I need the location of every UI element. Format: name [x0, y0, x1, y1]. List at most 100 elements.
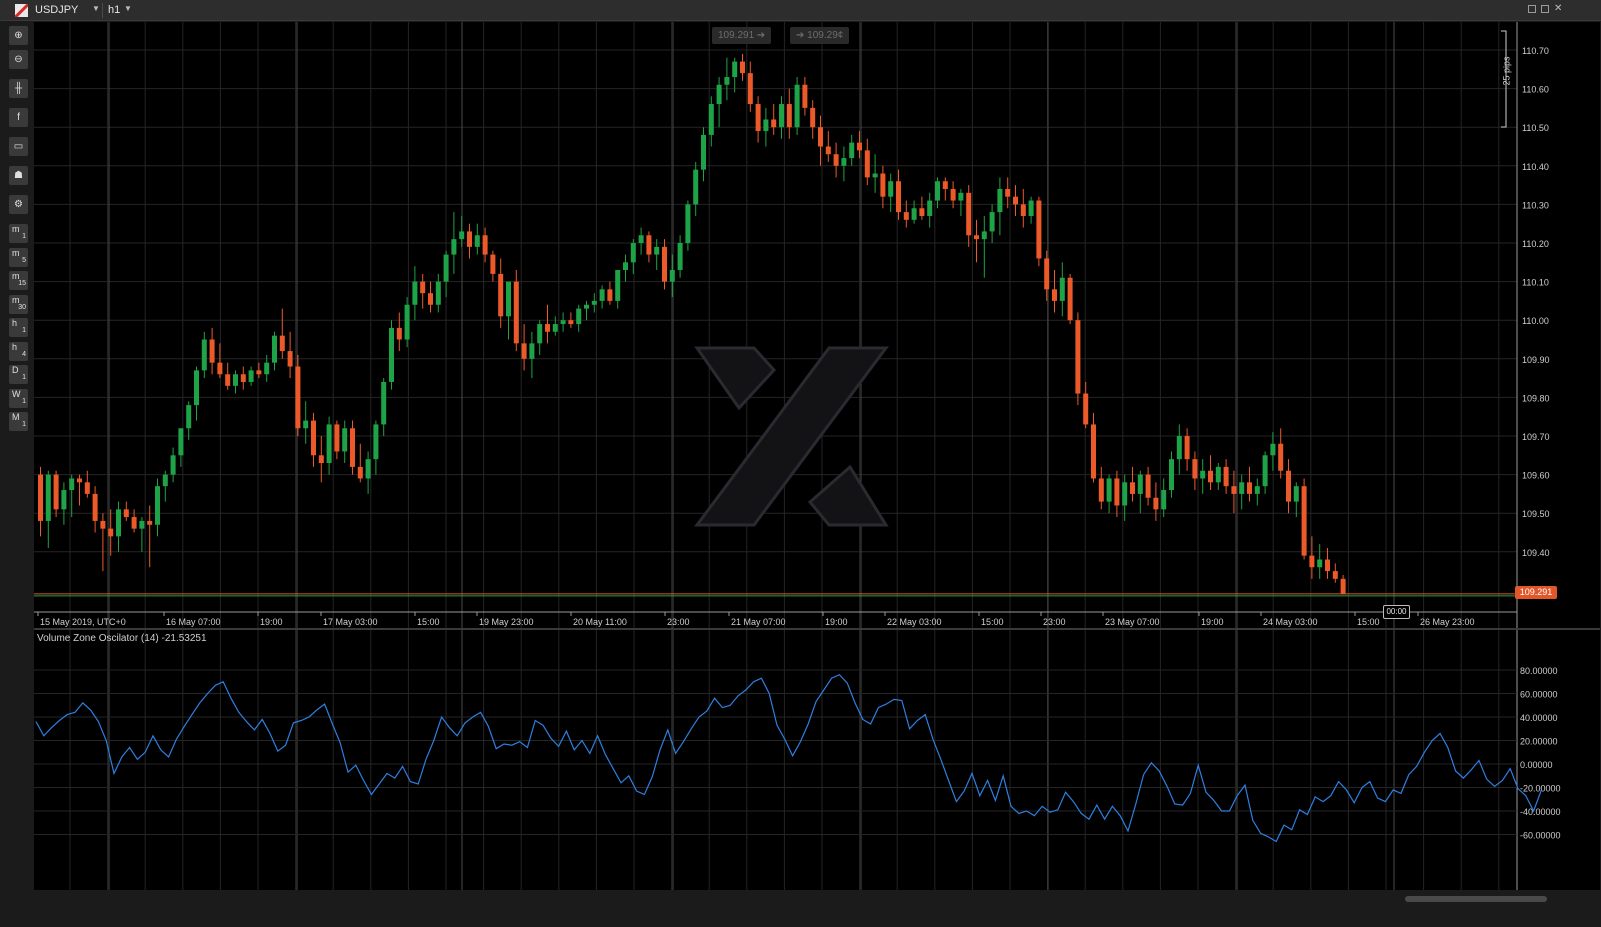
candle-body	[131, 517, 137, 529]
timeframe-button-W1[interactable]: W1	[9, 388, 28, 408]
candle-body	[989, 212, 995, 232]
candle-body	[677, 243, 683, 271]
candle-body	[381, 381, 387, 425]
candle-body	[927, 200, 933, 216]
candle-body	[1161, 490, 1167, 510]
time-axis-label: 15 May 2019, UTC+0	[40, 617, 126, 627]
candle-body	[1286, 470, 1291, 502]
timeframe-button-m1[interactable]: m1	[9, 224, 28, 243]
price-axis-label: 110.40	[1522, 162, 1549, 172]
timeframe-selector[interactable]: h1	[108, 4, 120, 16]
candle-body	[123, 509, 129, 518]
zoom-in-icon[interactable]: ⊕	[9, 26, 28, 45]
horizontal-scrollbar[interactable]	[0, 890, 1601, 909]
buy-price: 109.29¢	[807, 30, 844, 41]
price-axis-label: 109.90	[1522, 355, 1550, 365]
candle-body	[1020, 204, 1026, 216]
candle-body	[139, 520, 145, 529]
candle-body	[365, 459, 371, 479]
candle-body	[1184, 436, 1190, 460]
symbol-selector[interactable]: USDJPY	[35, 4, 78, 16]
candle-body	[1153, 497, 1159, 510]
candle-body	[248, 370, 254, 382]
candle-body	[412, 281, 418, 305]
current-time-label: 00:00	[1383, 605, 1410, 619]
osc-axis-label: -60.00000	[1520, 831, 1561, 841]
sell-price-chip[interactable]: 109.291 ➔	[712, 27, 772, 44]
timeframe-button-D1[interactable]: D1	[9, 365, 28, 384]
candle-body	[69, 478, 75, 491]
candle-body	[225, 374, 231, 386]
candle-body	[474, 235, 480, 247]
candle-body	[147, 520, 153, 525]
time-axis-label: 15:00	[417, 617, 440, 627]
candle-body	[740, 61, 745, 74]
candle-body	[966, 192, 972, 236]
maximize-icon[interactable]	[1541, 5, 1549, 13]
candle-body	[217, 362, 223, 375]
facebook-icon[interactable]: f	[9, 108, 28, 127]
candle-body	[810, 107, 816, 128]
osc-axis-label: 80.00000	[1520, 666, 1558, 676]
timeframe-button-M1[interactable]: M1	[9, 412, 28, 431]
pips-ruler-label: 25 pips	[1501, 56, 1512, 86]
settings-icon[interactable]: ⚙	[9, 195, 28, 214]
candle-body	[1137, 474, 1143, 494]
close-icon[interactable]: ✕	[1554, 3, 1562, 14]
candle-body	[1270, 443, 1276, 456]
scrollbar-thumb[interactable]	[1405, 896, 1547, 902]
timeframe-button-h1[interactable]: h1	[9, 318, 28, 337]
candle-body	[794, 84, 800, 128]
candle-body	[872, 173, 878, 178]
candle-body	[100, 520, 106, 529]
candle-body	[911, 208, 917, 220]
price-axis-label: 110.00	[1522, 316, 1549, 326]
time-axis-label: 23:00	[1043, 617, 1066, 627]
candle-body	[451, 239, 457, 255]
timeframe-button-m15[interactable]: m 15	[9, 271, 28, 290]
candle-body	[61, 490, 67, 510]
candle-body	[490, 254, 496, 274]
candle-body	[849, 142, 855, 159]
timeframe-button-m5[interactable]: m5	[9, 247, 28, 267]
candle-body	[1067, 277, 1073, 321]
candle-body	[256, 370, 262, 375]
chart-type-icon[interactable]: ╫	[9, 79, 28, 98]
robot-icon[interactable]: ▭	[9, 137, 28, 156]
chart-canvas[interactable]: 110.70 110.60 110.50 110.40 110.30 110.20 110.…	[34, 22, 1600, 890]
candle-body	[825, 146, 831, 155]
candle-body	[903, 212, 909, 220]
time-axis-label: 16 May 07:00	[166, 617, 221, 627]
profile-icon[interactable]: ☗	[9, 166, 28, 185]
price-axis-label: 109.50	[1522, 509, 1550, 519]
candle-body	[942, 181, 948, 189]
candle-body	[818, 127, 823, 147]
candle-body	[1091, 424, 1096, 479]
current-price-label: 109.291	[1515, 586, 1557, 599]
time-axis-label: 24 May 03:00	[1263, 617, 1318, 627]
candle-body	[958, 192, 964, 201]
candle-body	[545, 324, 550, 332]
timeframe-button-m30[interactable]: m 30	[9, 294, 28, 314]
price-axis-label: 109.80	[1522, 393, 1550, 403]
chart-area[interactable]: 110.70 110.60 110.50 110.40 110.30 110.20 110.…	[34, 22, 1600, 890]
time-axis-label: 23:00	[667, 617, 690, 627]
price-axis-label: 110.50	[1522, 123, 1549, 133]
detach-icon[interactable]	[1528, 5, 1536, 13]
app-logo-icon	[15, 4, 28, 17]
candle-body	[1052, 289, 1057, 301]
candle-body	[279, 335, 285, 352]
candle-body	[919, 208, 925, 216]
candle-body	[1293, 486, 1299, 502]
candle-body	[724, 77, 730, 85]
candle-body	[1200, 470, 1206, 479]
candle-body	[342, 428, 348, 452]
zoom-out-icon[interactable]: ⊖	[9, 50, 28, 69]
candle-body	[1332, 571, 1338, 579]
price-axis-label: 110.20	[1522, 239, 1549, 249]
symbol-dropdown-icon[interactable]: ▼	[92, 4, 100, 13]
timeframe-dropdown-icon[interactable]: ▼	[124, 4, 132, 13]
buy-price-chip[interactable]: ➔ 109.29¢	[790, 27, 850, 44]
candle-body	[646, 235, 652, 255]
timeframe-button-h4[interactable]: h4	[9, 341, 28, 361]
